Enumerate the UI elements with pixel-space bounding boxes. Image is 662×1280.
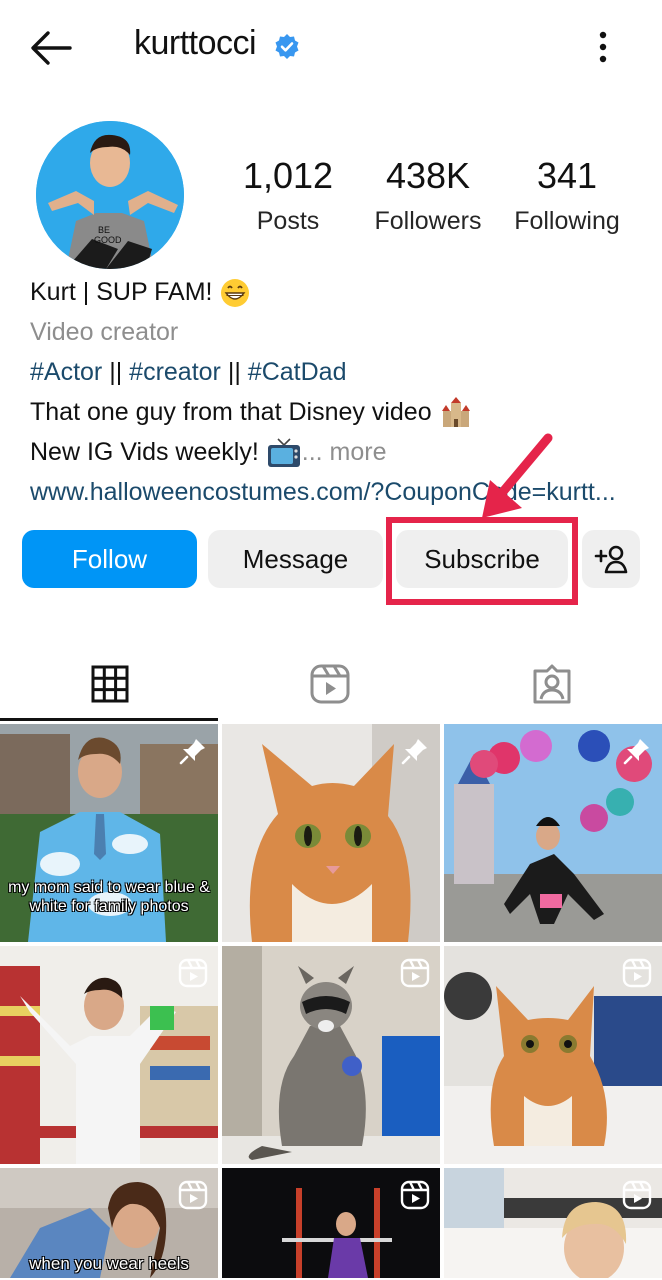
reel-icon — [400, 958, 430, 988]
profile-avatar[interactable]: BE GOOD — [36, 121, 184, 269]
post-caption: when you wear heels — [29, 1254, 189, 1273]
pinned-icon — [179, 739, 205, 765]
hashtag-separator: || — [109, 358, 123, 386]
bio-hashtags: #Actor || #creator || #CatDad — [30, 352, 640, 392]
following-count: 341 — [536, 155, 598, 196]
suggested-users-button[interactable] — [582, 530, 640, 588]
tab-grid[interactable] — [0, 648, 220, 720]
post-tile[interactable] — [222, 946, 440, 1164]
profile-tabs — [0, 648, 662, 720]
svg-text:GOOD: GOOD — [94, 235, 122, 245]
post-tile[interactable] — [444, 724, 662, 942]
bio-line-vids: New IG Vids weekly! ... more — [30, 432, 640, 472]
hashtag-actor[interactable]: #Actor — [30, 358, 102, 386]
bio-more-link[interactable]: ... more — [302, 438, 387, 466]
bio-category: Video creator — [30, 318, 179, 346]
post-tile[interactable]: when you wear heels — [0, 1168, 218, 1278]
reel-icon — [622, 958, 652, 988]
post-caption: my mom said to wear blue & white for fam… — [8, 879, 210, 915]
hashtag-separator: || — [227, 358, 241, 386]
reel-icon — [622, 1180, 652, 1210]
posts-count: 1,012 — [242, 155, 334, 196]
post-tile[interactable] — [222, 724, 440, 942]
tagged-user-icon — [533, 664, 571, 704]
pinned-icon — [401, 739, 427, 765]
castle-icon — [441, 397, 470, 428]
svg-text:BE: BE — [98, 225, 110, 235]
hashtag-creator[interactable]: #creator — [129, 358, 221, 386]
message-button[interactable]: Message — [208, 530, 383, 588]
reel-icon — [400, 1180, 430, 1210]
subscribe-button[interactable]: Subscribe — [396, 530, 568, 588]
profile-header: kurttocci — [0, 0, 662, 96]
profile-bio: Kurt | SUP FAM! Video creator #Actor || … — [30, 272, 640, 512]
stat-followers[interactable]: 438K Followers — [372, 155, 484, 239]
posts-label: Posts — [256, 207, 320, 235]
bio-line-disney: That one guy from that Disney video — [30, 392, 640, 432]
post-tile[interactable] — [222, 1168, 440, 1278]
stat-following[interactable]: 341 Following — [510, 155, 624, 239]
grinning-face-icon — [221, 279, 250, 308]
bio-website-link[interactable]: www.halloweencostumes.com/?CouponCode=ku… — [30, 472, 640, 512]
post-tile[interactable] — [0, 946, 218, 1164]
tab-reels[interactable] — [220, 648, 440, 720]
reel-icon — [178, 1180, 208, 1210]
back-arrow-icon[interactable] — [26, 26, 76, 70]
followers-label: Followers — [374, 207, 482, 235]
post-tile[interactable]: my mom said to wear blue & white for fam… — [0, 724, 218, 942]
verified-badge-icon — [275, 34, 299, 59]
follow-button[interactable]: Follow — [22, 530, 197, 588]
following-label: Following — [514, 207, 620, 235]
post-tile[interactable] — [444, 1168, 662, 1278]
profile-username: kurttocci — [134, 24, 257, 62]
add-person-icon — [594, 545, 628, 574]
tab-tagged[interactable] — [442, 648, 662, 720]
reels-icon — [310, 664, 350, 704]
followers-count: 438K — [385, 155, 471, 196]
bio-name-line: Kurt | SUP FAM! — [30, 272, 640, 312]
more-options-icon[interactable] — [590, 28, 616, 68]
television-icon — [267, 438, 300, 468]
grid-icon — [91, 665, 129, 703]
pinned-icon — [623, 739, 649, 765]
active-tab-indicator — [0, 718, 218, 721]
avatar-photo: BE GOOD — [36, 121, 184, 269]
stat-posts[interactable]: 1,012 Posts — [236, 155, 340, 239]
reel-icon — [178, 958, 208, 988]
post-tile[interactable] — [444, 946, 662, 1164]
hashtag-catdad[interactable]: #CatDad — [248, 358, 347, 386]
